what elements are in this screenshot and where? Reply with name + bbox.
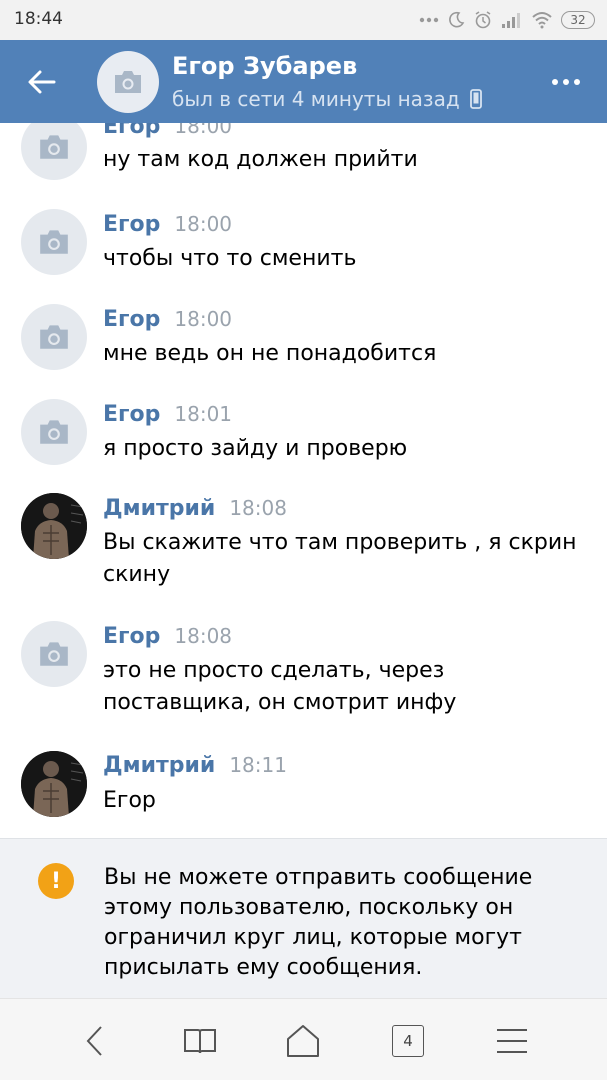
wifi-icon (532, 12, 552, 29)
author-name[interactable]: Егор (103, 123, 160, 139)
signal-icon (502, 13, 520, 28)
user-photo-icon (21, 751, 87, 817)
message-header: Дмитрий 18:08 (103, 496, 287, 521)
status-time: 18:44 (14, 9, 63, 29)
home-icon (287, 1025, 319, 1057)
message-header: Егор 18:01 (103, 402, 232, 427)
nav-back-button[interactable] (75, 1021, 115, 1061)
dot (574, 79, 580, 85)
author-name[interactable]: Дмитрий (103, 753, 215, 778)
camera-icon (40, 230, 68, 254)
message-header: Егор 18:00 (103, 123, 232, 139)
chevron-left-icon (86, 1026, 102, 1056)
avatar[interactable] (21, 304, 87, 370)
message-time: 18:08 (174, 624, 233, 648)
message-text: Егор (103, 788, 156, 813)
message-time: 18:08 (229, 496, 287, 520)
restriction-notice: ! Вы не можете отправить сообщение этому… (0, 838, 607, 998)
avatar[interactable] (21, 751, 87, 817)
bottom-navigation: 4 (0, 998, 607, 1080)
battery-icon: 32 (561, 11, 595, 29)
moon-icon (449, 11, 465, 28)
status-bar: 18:44 32 (0, 0, 607, 40)
message-header: Егор 18:00 (103, 307, 232, 332)
status-icons: 32 (419, 9, 595, 31)
battery-level: 32 (570, 13, 586, 27)
tabs-count: 4 (392, 1025, 424, 1057)
message-list[interactable]: Егор 18:00 ну там код должен прийти Егор… (0, 123, 607, 838)
message-time: 18:11 (229, 753, 287, 777)
bookmarks-button[interactable] (180, 1021, 220, 1061)
message-time: 18:00 (174, 307, 233, 331)
message-text: чтобы что то сменить (103, 246, 357, 271)
message-text: я просто зайду и проверю (103, 436, 408, 461)
message-text: это не просто сделать, через поставщика,… (103, 658, 457, 715)
avatar[interactable] (21, 621, 87, 687)
camera-icon (40, 642, 68, 666)
avatar[interactable] (21, 493, 87, 559)
camera-icon (115, 71, 141, 93)
message-text: Вы скажите что там проверить , я скрин с… (103, 530, 577, 587)
menu-button[interactable] (492, 1021, 532, 1061)
contact-name[interactable]: Егор Зубарев (172, 52, 357, 80)
message-text: мне ведь он не понадобится (103, 341, 437, 366)
message-header: Дмитрий 18:11 (103, 753, 287, 778)
header-avatar[interactable] (97, 51, 159, 113)
home-button[interactable] (283, 1021, 323, 1061)
warning-icon: ! (38, 863, 74, 899)
avatar[interactable] (21, 123, 87, 180)
author-name[interactable]: Егор (103, 402, 160, 427)
camera-icon (40, 325, 68, 349)
camera-icon (40, 135, 68, 159)
more-dots-icon (419, 17, 439, 23)
back-button[interactable] (24, 64, 60, 100)
tabs-button[interactable]: 4 (388, 1021, 428, 1061)
dot (552, 79, 558, 85)
message-header: Егор 18:08 (103, 624, 232, 649)
hamburger-icon (497, 1029, 527, 1053)
avatar[interactable] (21, 399, 87, 465)
avatar[interactable] (21, 209, 87, 275)
arrow-left-icon (28, 70, 56, 94)
message-time: 18:01 (174, 402, 233, 426)
user-photo-icon (21, 493, 87, 559)
book-icon (184, 1029, 216, 1054)
camera-icon (40, 420, 68, 444)
mobile-phone-icon (469, 89, 482, 109)
message-text: ну там код должен прийти (103, 147, 418, 172)
chat-header: Егор Зубарев был в сети 4 минуты назад (0, 40, 607, 123)
message-time: 18:00 (174, 212, 233, 236)
message-time: 18:00 (174, 123, 233, 138)
dot (563, 79, 569, 85)
more-menu-button[interactable] (551, 72, 581, 92)
author-name[interactable]: Егор (103, 212, 160, 237)
alarm-icon (475, 11, 491, 29)
online-status: был в сети 4 минуты назад (172, 87, 482, 111)
online-status-text: был в сети 4 минуты назад (172, 87, 460, 111)
author-name[interactable]: Егор (103, 624, 160, 649)
author-name[interactable]: Дмитрий (103, 496, 215, 521)
notice-text: Вы не можете отправить сообщение этому п… (104, 865, 533, 980)
author-name[interactable]: Егор (103, 307, 160, 332)
message-header: Егор 18:00 (103, 212, 232, 237)
